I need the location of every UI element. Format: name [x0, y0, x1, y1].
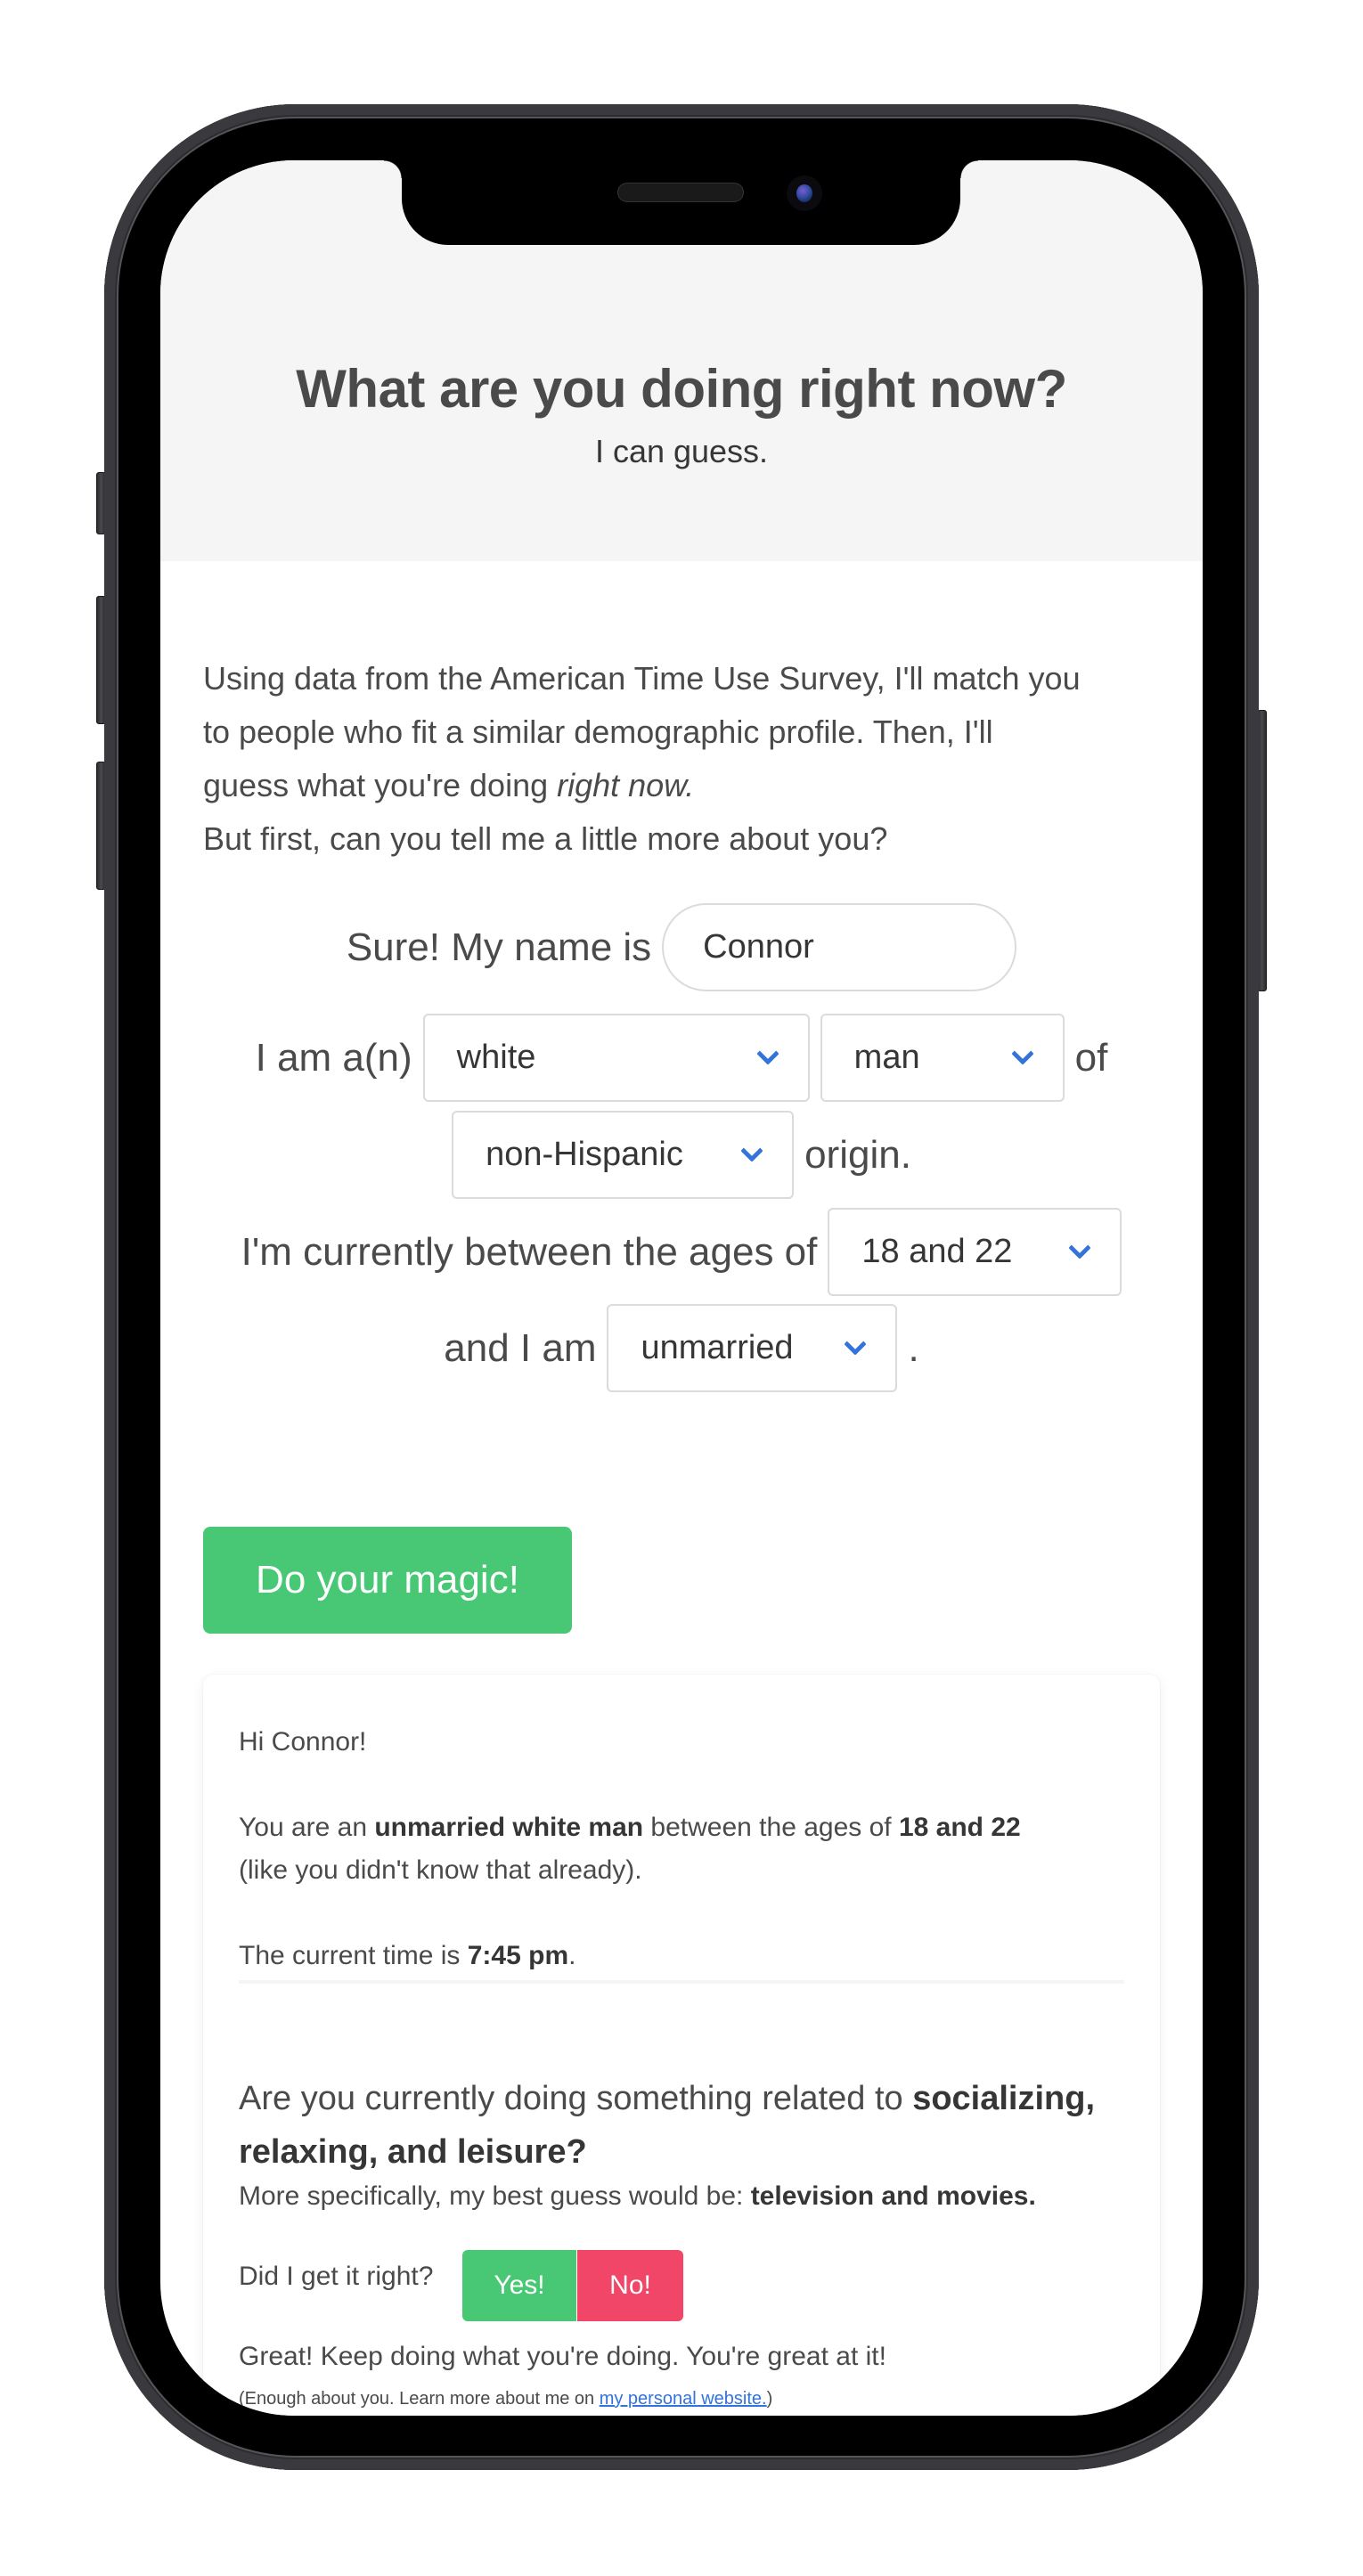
speaker-grille-icon	[617, 183, 744, 202]
feedback-label: Did I get it right?	[239, 2262, 434, 2291]
notch	[384, 160, 978, 245]
marital-row: and I am unmarried .	[160, 1304, 1203, 1392]
current-time: 7:45 pm	[467, 1941, 569, 1970]
intro-emphasis: right now.	[557, 767, 695, 803]
guessed-activity: television and movies.	[750, 2181, 1036, 2211]
intro-paragraph: Using data from the American Time Use Su…	[203, 652, 1165, 866]
gender-select[interactable]: man	[820, 1014, 1065, 1102]
no-button[interactable]: No!	[577, 2250, 683, 2321]
guess-question: Are you currently doing something relate…	[239, 2072, 1130, 2179]
marital-suffix: .	[908, 1325, 919, 1370]
intro-line: to people who fit a similar demographic …	[203, 713, 993, 750]
time-suffix: .	[568, 1941, 576, 1970]
intro-line: But first, can you tell me a little more…	[203, 820, 888, 857]
identity-label: I am a(n)	[255, 1035, 412, 1080]
race-select-value: white	[456, 1039, 536, 1076]
footer-note: (Enough about you. Learn more about me o…	[239, 2389, 772, 2409]
name-label: Sure! My name is	[346, 925, 652, 969]
profile-text: You are an unmarried white man between t…	[239, 1806, 1130, 1892]
footer-suffix: )	[766, 2389, 773, 2409]
intro-text: guess what you're doing	[203, 767, 558, 803]
time-text: The current time is 7:45 pm.	[239, 1935, 1130, 1977]
footer-prefix: (Enough about you. Learn more about me o…	[239, 2389, 600, 2409]
page-subtitle: I can guess.	[594, 433, 769, 469]
age-label: I'm currently between the ages of	[241, 1229, 818, 1274]
marital-label: and I am	[444, 1325, 597, 1370]
specific-guess: More specifically, my best guess would b…	[239, 2175, 1130, 2218]
front-camera-icon	[787, 175, 822, 211]
page-title: What are you doing right now?	[296, 359, 1067, 419]
greeting-text: Hi Connor!	[239, 1727, 367, 1757]
profile-age: 18 and 22	[898, 1813, 1021, 1842]
question-prefix: Are you currently doing something relate…	[239, 2080, 913, 2117]
personal-website-link[interactable]: my personal website.	[600, 2389, 767, 2409]
intro-line: Using data from the American Time Use Su…	[203, 660, 1081, 697]
age-select-value: 18 and 22	[861, 1233, 1013, 1270]
specific-prefix: More specifically, my best guess would b…	[239, 2181, 751, 2211]
profile-text-part: (like you didn't know that already).	[239, 1855, 642, 1885]
response-text: Great! Keep doing what you're doing. You…	[239, 2342, 886, 2371]
chevron-down-icon	[1068, 1235, 1092, 1259]
chevron-down-icon	[740, 1138, 763, 1162]
ethnicity-select[interactable]: non-Hispanic	[452, 1111, 795, 1199]
age-row: I'm currently between the ages of 18 and…	[160, 1208, 1203, 1296]
ethnicity-row: non-Hispanic origin.	[160, 1111, 1203, 1199]
profile-text-part: between the ages of	[643, 1813, 899, 1842]
yes-button[interactable]: Yes!	[462, 2250, 576, 2321]
gender-select-value: man	[853, 1039, 920, 1076]
marital-select[interactable]: unmarried	[607, 1304, 898, 1392]
ethnicity-select-value: non-Hispanic	[486, 1136, 683, 1173]
profile-description: unmarried white man	[374, 1813, 644, 1842]
age-select[interactable]: 18 and 22	[828, 1208, 1122, 1296]
origin-label: origin.	[804, 1132, 911, 1177]
profile-text-part: You are an	[239, 1813, 375, 1842]
chevron-down-icon	[1010, 1041, 1034, 1065]
name-input[interactable]	[662, 903, 1017, 991]
card-divider	[239, 1980, 1124, 1984]
chevron-down-icon	[755, 1041, 779, 1065]
race-select[interactable]: white	[422, 1014, 810, 1102]
phone-screen: What are you doing right now? I can gues…	[160, 160, 1203, 2416]
name-row: Sure! My name is	[160, 903, 1203, 991]
time-prefix: The current time is	[239, 1941, 468, 1970]
marital-select-value: unmarried	[641, 1329, 794, 1366]
do-your-magic-button[interactable]: Do your magic!	[203, 1527, 572, 1634]
of-label: of	[1074, 1035, 1108, 1080]
intro-line: guess what you're doing right now.	[203, 759, 1165, 812]
identity-row: I am a(n) white man of	[160, 1014, 1203, 1102]
chevron-down-icon	[844, 1332, 868, 1356]
